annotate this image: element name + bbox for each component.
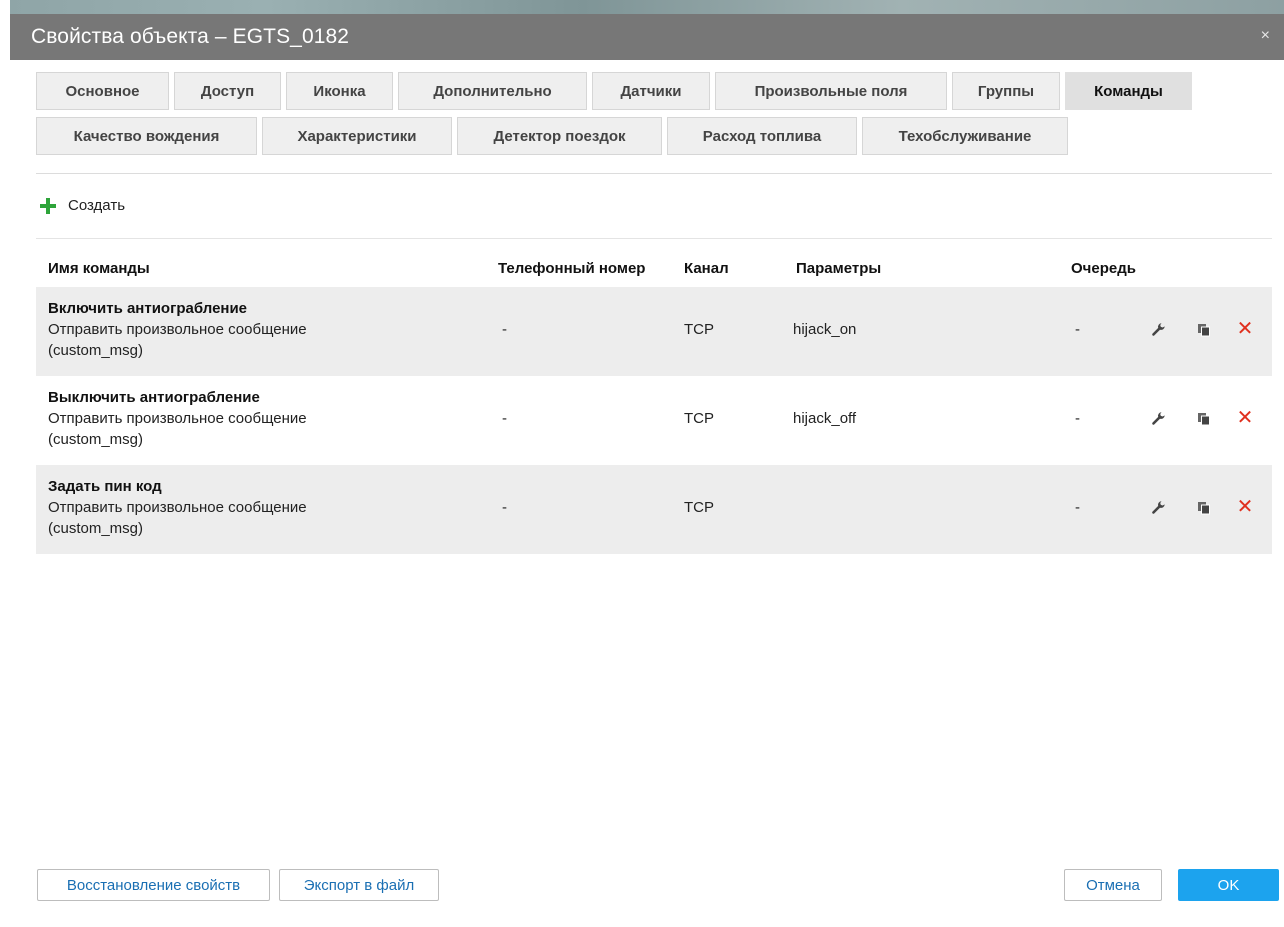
- params-cell: hijack_off: [793, 410, 857, 427]
- phone-cell: -: [502, 410, 507, 427]
- command-type: Отправить произвольное сообщение: [48, 410, 307, 427]
- tab-maintenance[interactable]: Техобслуживание: [862, 117, 1068, 155]
- channel-cell: TCP: [684, 499, 714, 516]
- command-type: Отправить произвольное сообщение: [48, 321, 307, 338]
- ok-button[interactable]: OK: [1178, 869, 1279, 901]
- delete-icon[interactable]: ✕: [1236, 407, 1254, 429]
- tab-icon[interactable]: Иконка: [286, 72, 393, 110]
- wrench-icon[interactable]: [1150, 409, 1168, 429]
- tab-row-1: Основное Доступ Иконка Дополнительно Дат…: [36, 72, 1192, 112]
- header-queue[interactable]: Очередь: [1071, 260, 1136, 277]
- channel-cell: TCP: [684, 410, 714, 427]
- copy-icon[interactable]: [1195, 320, 1213, 340]
- tabs-divider: [36, 173, 1272, 174]
- table-header: Имя команды Телефонный номер Канал Парам…: [36, 250, 1272, 287]
- tab-main[interactable]: Основное: [36, 72, 169, 110]
- create-label: Создать: [68, 197, 126, 214]
- dialog-title: Свойства объекта – EGTS_0182: [31, 25, 350, 48]
- command-name-cell: Выключить антиограбление Отправить произ…: [48, 387, 307, 450]
- wrench-icon[interactable]: [1150, 320, 1168, 340]
- table-row[interactable]: Задать пин код Отправить произвольное со…: [36, 465, 1272, 554]
- tab-fuel-consumption[interactable]: Расход топлива: [667, 117, 857, 155]
- header-channel[interactable]: Канал: [684, 260, 729, 277]
- tab-row-2: Качество вождения Характеристики Детекто…: [36, 117, 1068, 157]
- channel-cell: TCP: [684, 321, 714, 338]
- export-to-file-button[interactable]: Экспорт в файл: [279, 869, 439, 901]
- background-map-strip: [10, 0, 1284, 14]
- tab-driving-quality[interactable]: Качество вождения: [36, 117, 257, 155]
- command-title: Задать пин код: [48, 478, 162, 495]
- close-icon[interactable]: ×: [1261, 27, 1270, 45]
- tab-characteristics[interactable]: Характеристики: [262, 117, 452, 155]
- tab-access[interactable]: Доступ: [174, 72, 281, 110]
- tab-advanced[interactable]: Дополнительно: [398, 72, 587, 110]
- command-title: Выключить антиограбление: [48, 389, 260, 406]
- table-row[interactable]: Включить антиограбление Отправить произв…: [36, 287, 1272, 376]
- command-type-code: (custom_msg): [48, 342, 144, 359]
- header-name[interactable]: Имя команды: [48, 260, 150, 277]
- delete-icon[interactable]: ✕: [1236, 496, 1254, 518]
- params-cell: hijack_on: [793, 321, 857, 338]
- tab-commands[interactable]: Команды: [1065, 72, 1192, 110]
- command-type: Отправить произвольное сообщение: [48, 499, 307, 516]
- queue-cell: -: [1075, 499, 1080, 516]
- phone-cell: -: [502, 321, 507, 338]
- command-type-code: (custom_msg): [48, 520, 144, 537]
- tab-sensors[interactable]: Датчики: [592, 72, 710, 110]
- table-row[interactable]: Выключить антиограбление Отправить произ…: [36, 376, 1272, 465]
- queue-cell: -: [1075, 410, 1080, 427]
- command-name-cell: Задать пин код Отправить произвольное со…: [48, 476, 307, 539]
- cancel-button[interactable]: Отмена: [1064, 869, 1162, 901]
- queue-cell: -: [1075, 321, 1080, 338]
- dialog-titlebar[interactable]: Свойства объекта – EGTS_0182 ×: [10, 14, 1284, 60]
- create-command-button[interactable]: Создать: [40, 197, 125, 214]
- object-properties-dialog: Свойства объекта – EGTS_0182 × Основное …: [10, 14, 1284, 927]
- delete-icon[interactable]: ✕: [1236, 318, 1254, 340]
- header-params[interactable]: Параметры: [796, 260, 881, 277]
- copy-icon[interactable]: [1195, 409, 1213, 429]
- wrench-icon[interactable]: [1150, 498, 1168, 518]
- command-title: Включить антиограбление: [48, 300, 248, 317]
- toolbar-divider: [36, 238, 1272, 239]
- restore-properties-button[interactable]: Восстановление свойств: [37, 869, 270, 901]
- commands-table: Имя команды Телефонный номер Канал Парам…: [36, 250, 1272, 554]
- command-type-code: (custom_msg): [48, 431, 144, 448]
- phone-cell: -: [502, 499, 507, 516]
- plus-icon: [40, 197, 56, 214]
- tab-trip-detector[interactable]: Детектор поездок: [457, 117, 662, 155]
- tab-groups[interactable]: Группы: [952, 72, 1060, 110]
- header-phone[interactable]: Телефонный номер: [498, 260, 645, 277]
- tab-custom-fields[interactable]: Произвольные поля: [715, 72, 947, 110]
- copy-icon[interactable]: [1195, 498, 1213, 518]
- command-name-cell: Включить антиограбление Отправить произв…: [48, 298, 307, 361]
